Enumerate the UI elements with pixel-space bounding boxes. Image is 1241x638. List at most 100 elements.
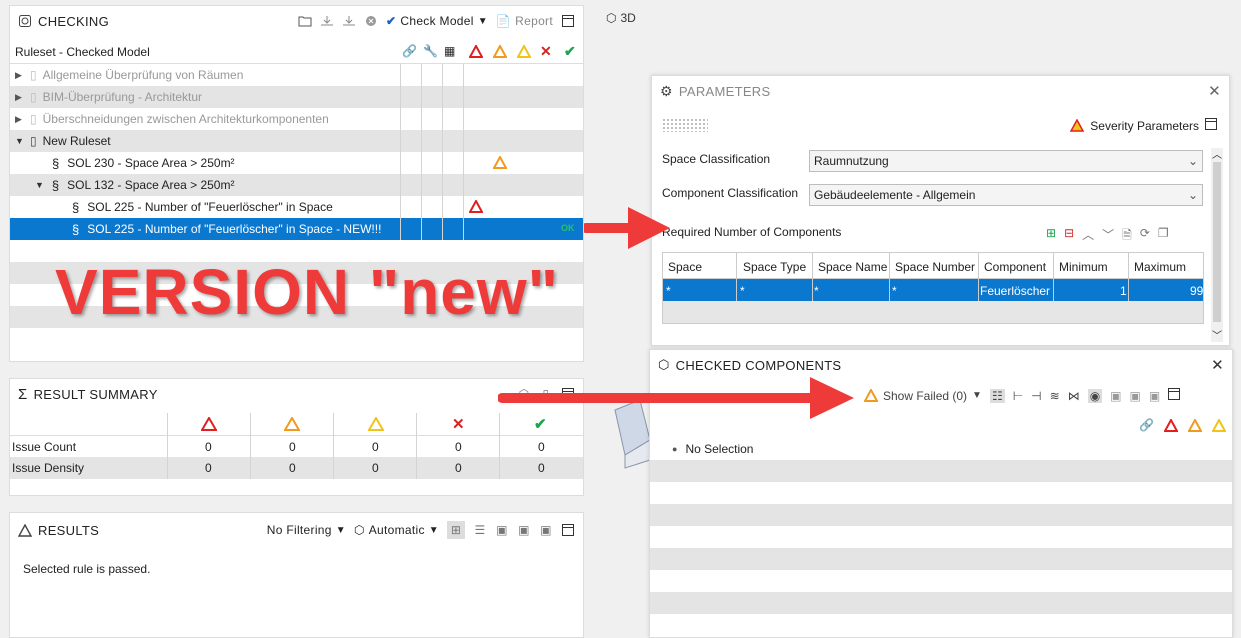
critical-status-icon [469,200,483,213]
summary-value: 0 [372,461,379,475]
expand-icon[interactable]: ▶ [10,92,26,103]
drag-handle[interactable] [662,118,708,132]
critical-column-icon [469,45,483,58]
layers-icon[interactable]: ≋ [1050,389,1060,403]
checked-components-title: CHECKED COMPONENTS [675,357,842,373]
wrench-icon[interactable]: 🔧 [423,44,438,58]
copy-icon[interactable]: ❐ [1158,226,1169,247]
maximize-icon[interactable] [561,523,575,537]
cell[interactable]: 1 [1120,284,1127,298]
viewport-3d-label[interactable]: ⬡ 3D [606,11,636,25]
group-icon[interactable]: ▣ [539,523,553,537]
maximize-icon[interactable] [1205,118,1217,133]
tree-icon[interactable]: ⊣ [1031,389,1041,403]
attachment-icon[interactable]: 🔗 [1139,418,1154,432]
minor-column-icon [368,417,384,431]
annotation-arrow-icon [498,377,854,419]
download-icon[interactable] [320,14,334,28]
severity-parameters[interactable]: Severity Parameters [1070,118,1217,133]
tree-row[interactable]: ▼ § SOL 132 - Space Area > 250m² [10,174,583,196]
show-failed-dropdown[interactable]: Show Failed (0) ▼ [864,389,982,403]
list-item[interactable]: ● No Selection [650,438,1232,460]
stop-icon[interactable] [364,14,378,28]
import-icon[interactable] [342,14,356,28]
close-icon[interactable]: ✕ [1211,356,1224,374]
tree-row[interactable]: § SOL 225 - Number of "Feuerlöscher" in … [10,196,583,218]
column-header[interactable]: Minimum [1059,260,1108,274]
tree-row[interactable]: ▶ ▯ BIM-Überprüfung - Architektur [10,86,583,108]
scroll-thumb[interactable] [1213,162,1221,322]
open-folder-icon[interactable] [298,14,312,28]
collapse-icon[interactable]: ▼ [10,136,26,146]
moderate-column-icon [493,45,507,58]
column-header[interactable]: Maximum [1134,260,1186,274]
tree-row[interactable]: ▼ ▯ New Ruleset [10,130,583,152]
maximize-icon[interactable] [561,14,575,28]
cell[interactable]: * [740,284,745,298]
column-header[interactable]: Space Number [895,260,975,274]
parameters-panel: ⚙ PARAMETERS ✕ Severity Parameters Space… [651,75,1230,346]
ruleset-icon: ▯ [30,90,37,104]
check-model-label: Check Model [400,14,474,28]
cell[interactable]: Feuerlöscher [980,284,1050,298]
cell[interactable]: * [892,284,897,298]
move-down-icon[interactable]: ﹀ [1102,226,1114,247]
mode-dropdown[interactable]: ⬡ Automatic ▼ [354,523,439,537]
refresh-icon[interactable]: ⟳ [1140,226,1150,247]
close-icon[interactable]: ✕ [1208,82,1221,100]
details-view-icon[interactable]: ☷ [989,388,1005,403]
hide-icon[interactable]: ◉ [1087,388,1103,403]
expand-icon[interactable]: ▶ [10,70,26,81]
tree-row[interactable]: ▶ ▯ Überschneidungen zwischen Architektu… [10,108,583,130]
error-column-icon: ✕ [540,43,552,59]
summary-value: 0 [538,461,545,475]
maximize-icon[interactable] [1168,388,1181,403]
expand-icon[interactable]: ▶ [10,114,26,125]
report-label: Report [515,14,553,28]
group-icon[interactable]: ▣ [1149,389,1160,403]
column-header[interactable]: Space [668,260,702,274]
tree-row[interactable]: § SOL 230 - Space Area > 250m² [10,152,583,174]
space-classification-select[interactable]: Raumnutzung ⌄ [809,150,1203,172]
column-header[interactable]: Space Type [743,260,806,274]
tree-row-selected[interactable]: § SOL 225 - Number of "Feuerlöscher" in … [10,218,583,240]
dropdown-arrow-icon: ▼ [428,524,439,536]
components-table: Space Space Type Space Name Space Number… [662,252,1204,324]
components-icon: ⬡ [658,357,670,372]
filter-dropdown[interactable]: No Filtering ▼ [267,523,346,537]
component-classification-value: Gebäudeelemente - Allgemein [814,188,976,202]
group-icon[interactable]: ▣ [495,523,509,537]
column-header[interactable]: Space Name [818,260,887,274]
hierarchy-icon[interactable]: ⊢ [1013,389,1023,403]
parameters-header: ⚙ PARAMETERS ✕ [652,76,1229,106]
results-title: RESULTS [38,522,100,538]
tree-row[interactable]: ▶ ▯ Allgemeine Überprüfung von Räumen [10,64,583,86]
table-icon[interactable]: ▦ [444,44,455,58]
remove-row-icon[interactable]: ⊟ [1064,226,1074,247]
add-row-icon[interactable]: ⊞ [1046,226,1056,247]
move-up-icon[interactable]: ︿ [1082,226,1094,247]
list-view-icon[interactable]: ☰ [473,523,487,537]
cell[interactable]: 99 [1190,284,1203,298]
column-header[interactable]: Component [984,260,1046,274]
group-icon[interactable]: ▣ [1110,389,1121,403]
check-model-button[interactable]: ✔ Check Model ▼ [386,14,488,28]
group-icon[interactable]: ▣ [1130,389,1141,403]
group-icon[interactable]: ▣ [517,523,531,537]
table-row[interactable]: * * * * Feuerlöscher 1 99 [663,279,1203,301]
attachment-icon[interactable]: 🔗 [402,44,417,58]
component-classification-select[interactable]: Gebäudeelemente - Allgemein ⌄ [809,184,1203,206]
cell[interactable]: * [814,284,819,298]
version-overlay-text: VERSION "new" [55,256,559,328]
filter-icon[interactable]: ⋈ [1068,389,1080,403]
tree-view-icon[interactable]: ⊞ [447,521,465,539]
cell[interactable]: * [666,284,671,298]
export-icon[interactable]: 🗎 [1122,226,1132,247]
tree-row-label: SOL 225 - Number of "Feuerlöscher" in Sp… [87,200,333,214]
collapse-icon[interactable]: ▼ [35,180,44,190]
report-button[interactable]: 📄 Report [496,14,553,28]
scroll-down-icon[interactable]: ﹀ [1212,327,1222,342]
minor-column-icon [1212,418,1226,432]
scroll-up-icon[interactable]: ︿ [1212,146,1222,161]
scrollbar[interactable]: ︿ ﹀ [1211,148,1223,342]
